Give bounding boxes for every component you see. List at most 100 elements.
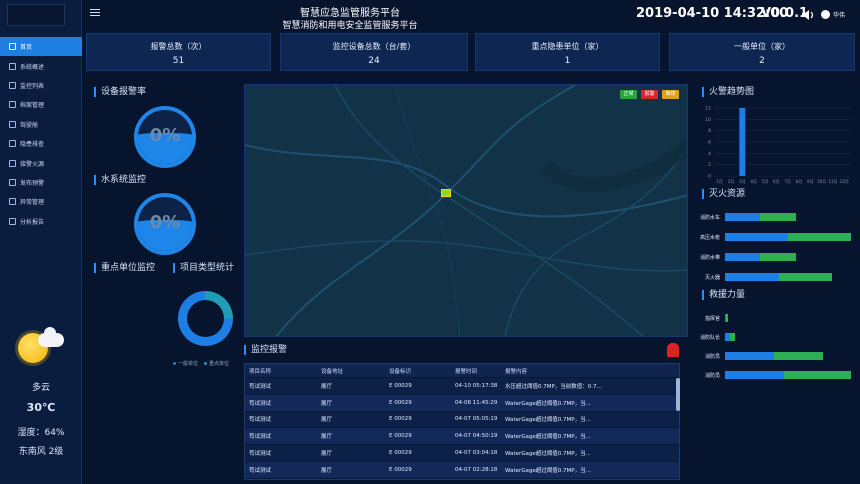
report-icon [9, 217, 16, 225]
menu-icon[interactable] [90, 9, 100, 17]
column-header: 报警内容 [505, 368, 528, 375]
x-tick-label: 5月 [762, 179, 769, 184]
user-name[interactable]: 华伟 [833, 10, 845, 19]
y-tick-label: 0 [708, 174, 711, 180]
stat-card-device-total: 监控设备总数（台/套） 24 [280, 33, 468, 71]
bar-blue [725, 253, 761, 261]
bar-blue [725, 273, 780, 281]
archive-icon [9, 101, 16, 109]
sidebar-item-cockpit[interactable]: 驾驶舱 [0, 115, 82, 134]
sidebar-item-label: 隐患排查 [20, 141, 45, 149]
legend-alarm[interactable]: 报警 [641, 90, 658, 99]
gauge-value: 0% [149, 212, 181, 233]
sidebar-item-hazard-check[interactable]: 隐患排查 [0, 134, 82, 153]
section-device-alarm-rate: 设备报警率 [94, 87, 146, 97]
bar-blue [725, 213, 761, 221]
hazard-icon [9, 140, 16, 148]
weather-temperature: 30℃ [26, 401, 56, 414]
table-cell: E 00029 [389, 433, 412, 440]
sidebar-item-archive[interactable]: 档案管理 [0, 95, 82, 114]
sidebar-item-label: 首页 [20, 44, 33, 52]
sidebar-item-report[interactable]: 分析报告 [0, 212, 82, 231]
bar-blue [725, 352, 775, 360]
sidebar-item-label: 档案管理 [20, 102, 45, 110]
section-fire-resources: 灭火资源 [702, 189, 745, 199]
bar-green [788, 233, 851, 241]
table-cell: 苟试测试 [249, 383, 272, 390]
bar-label: 消防水车 [699, 215, 720, 221]
table-cell: 苟试测试 [249, 467, 272, 474]
sidebar-item-monitor-list[interactable]: 监控列表 [0, 76, 82, 95]
x-tick-label: 6月 [773, 179, 780, 184]
gauge-device-alarm-rate: 0% [134, 106, 196, 168]
table-row[interactable]: 苟试测试 展厅 E 00029 04-07 05:05:19 WaterGage超过阈值… [245, 412, 679, 429]
stat-value: 51 [172, 56, 185, 66]
section-fire-trend: 火警趋势图 [702, 87, 754, 97]
y-tick-label: 12 [705, 106, 711, 112]
weather-humidity: 湿度：64% [17, 428, 65, 438]
stat-value: 2 [759, 56, 765, 66]
sidebar-item-label: 异常管理 [20, 199, 45, 207]
x-tick-label: 1月 [716, 179, 723, 184]
volume-icon[interactable] [801, 9, 815, 21]
table-cell: WaterGage超过阈值0.7MP，当... [505, 467, 591, 474]
table-cell: 苟试测试 [249, 400, 272, 407]
sidebar-item-label: 分析报告 [20, 218, 45, 226]
project-type-donut [178, 291, 233, 346]
table-cell: WaterGage超过阈值0.7MP，当... [505, 417, 591, 424]
stat-label: 报警总数（次） [150, 42, 207, 51]
column-header: 设备标识 [389, 368, 412, 375]
map-view[interactable]: 正常 报警 离线 [244, 84, 688, 337]
table-cell: 苟试测试 [249, 434, 272, 441]
weather-wind: 东南风 2级 [18, 447, 64, 457]
legend-normal[interactable]: 正常 [620, 90, 637, 99]
table-cell: E 00029 [389, 466, 412, 473]
user-avatar-icon[interactable] [821, 10, 830, 19]
page-title: 智慧应急监管服务平台 [300, 8, 400, 19]
y-tick-label: 10 [705, 117, 711, 123]
stat-card-key-hazard: 重点隐患单位（家） 1 [475, 33, 660, 71]
table-cell: WaterGage超过阈值0.7MP，当... [505, 400, 591, 407]
page-subtitle: 智慧消防和用电安全监管服务平台 [282, 21, 418, 31]
legend-label: 一般单位 [178, 361, 199, 367]
sidebar-item-label: 发布预警 [20, 179, 45, 187]
cloud-icon [38, 327, 64, 347]
table-cell: E 00029 [389, 450, 412, 457]
section-project-type-stats: 项目类型统计 [173, 263, 234, 273]
map-marker[interactable] [441, 189, 451, 197]
table-row[interactable]: 苟试测试 展厅 E 00029 04-07 02:28:18 WaterGage超过阈值… [245, 461, 679, 479]
bar-green [784, 371, 851, 379]
legend-item[interactable]: 一般单位 [173, 360, 198, 367]
column-header: 报警时间 [455, 368, 478, 375]
table-cell: 04-07 05:05:19 [455, 416, 498, 423]
column-header: 项目名称 [249, 368, 272, 375]
legend-item[interactable]: 重点单位 [204, 360, 229, 367]
dashboard: 首页 系统概述 监控列表 档案管理 驾驶舱 隐患排查 接警火源 发布预警 异常管… [0, 0, 860, 484]
table-row[interactable]: 苟试测试 展厅 E 00029 04-10 05:17:38 水压超过阈值0.7MP，当… [245, 378, 679, 395]
legend-offline[interactable]: 离线 [662, 90, 679, 99]
bar-green [774, 352, 824, 360]
sidebar-item-home[interactable]: 首页 [0, 37, 82, 57]
bar-green [726, 314, 728, 322]
table-cell: 04-08 11:45:29 [455, 399, 498, 406]
table-row[interactable]: 苟试测试 展厅 E 00029 04-07 03:04:18 WaterGage超过阈值… [245, 445, 679, 462]
sidebar-item-publish-warning[interactable]: 发布预警 [0, 173, 82, 192]
sidebar-item-exception[interactable]: 异常管理 [0, 192, 82, 211]
table-row[interactable]: 苟试测试 展厅 E 00029 04-08 11:45:29 WaterGage超过阈值… [245, 394, 679, 412]
table-cell: 展厅 [321, 417, 333, 424]
table-cell: 水压超过阈值0.7MP，当前数值：0.7... [505, 383, 602, 390]
bar-blue [725, 371, 785, 379]
sidebar-item-fire-source[interactable]: 接警火源 [0, 153, 82, 172]
sidebar: 首页 系统概述 监控列表 档案管理 驾驶舱 隐患排查 接警火源 发布预警 异常管… [0, 0, 82, 484]
table-scrollbar[interactable] [676, 378, 680, 411]
table-row[interactable]: 苟试测试 展厅 E 00029 04-07 04:50:19 WaterGage超过阈值… [245, 428, 679, 446]
sidebar-item-overview[interactable]: 系统概述 [0, 56, 82, 75]
bar-label: 高压水枪 [699, 235, 720, 241]
sidebar-nav: 首页 系统概述 监控列表 档案管理 驾驶舱 隐患排查 接警火源 发布预警 异常管… [0, 37, 82, 231]
section-water-monitor: 水系统监控 [94, 175, 146, 185]
alarm-siren-icon [667, 343, 679, 357]
y-tick-label: 2 [708, 162, 711, 168]
bar-label: 消防水带 [699, 255, 720, 261]
table-cell: E 00029 [389, 399, 412, 406]
x-tick-label: 7月 [784, 179, 791, 184]
